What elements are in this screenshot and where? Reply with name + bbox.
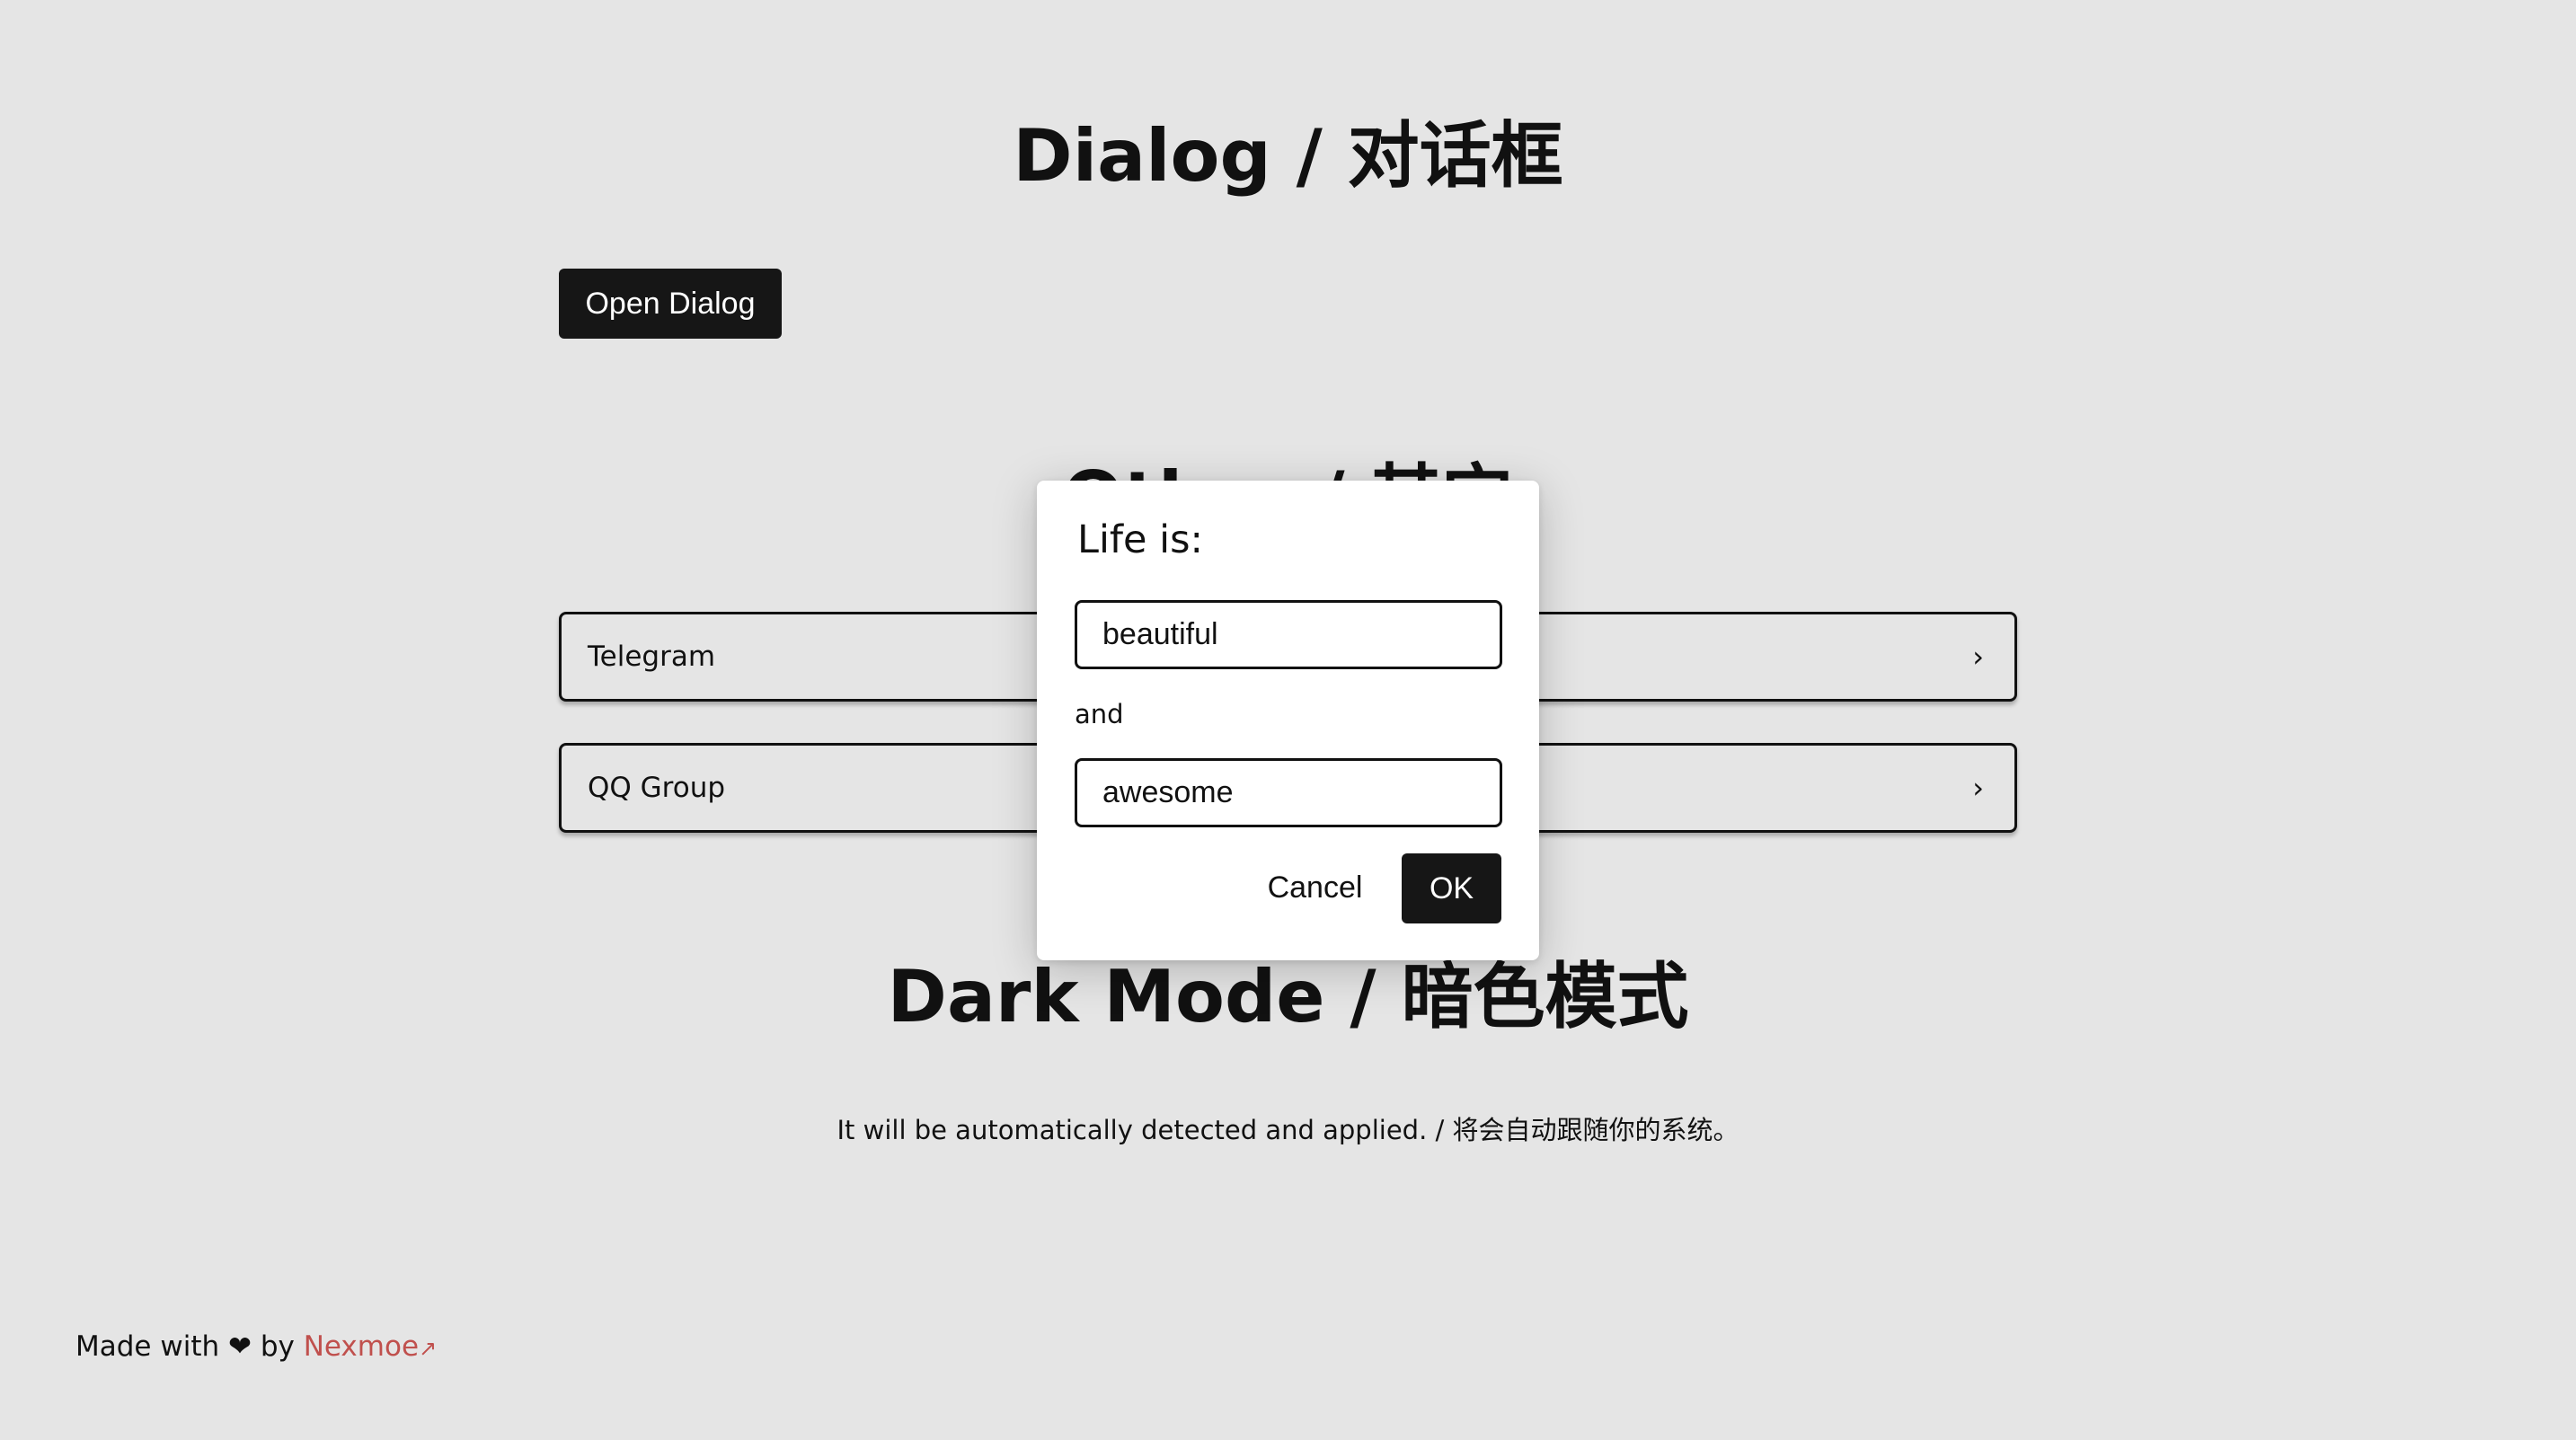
footer-by: by	[260, 1330, 295, 1363]
ok-button[interactable]: OK	[1402, 853, 1501, 923]
telegram-label: Telegram	[588, 640, 716, 673]
cancel-button[interactable]: Cancel	[1235, 853, 1394, 922]
heart-icon: ❤	[227, 1330, 252, 1363]
chevron-right-icon: ›	[1972, 640, 1984, 674]
dark-mode-description: It will be automatically detected and ap…	[837, 1115, 1739, 1145]
external-link-icon: ↗	[419, 1336, 438, 1361]
first-answer-input[interactable]	[1075, 600, 1502, 669]
open-dialog-button[interactable]: Open Dialog	[559, 269, 782, 339]
dialog-section-title: Dialog / 对话框	[1013, 114, 1563, 198]
dialog-title: Life is:	[1077, 517, 1204, 562]
dialog-modal: Life is: and Cancel OK	[1037, 481, 1539, 960]
qq-group-label: QQ Group	[588, 772, 726, 804]
second-answer-input[interactable]	[1075, 758, 1502, 827]
author-name: Nexmoe	[303, 1330, 420, 1363]
footer: Made with ❤ by Nexmoe↗	[75, 1327, 437, 1368]
footer-prefix: Made with	[75, 1330, 220, 1363]
chevron-right-icon: ›	[1972, 771, 1984, 805]
author-link[interactable]: Nexmoe↗	[304, 1330, 437, 1363]
connector-label: and	[1075, 699, 1124, 729]
page: Dialog / 对话框 Open Dialog Other / 其它 Tele…	[0, 0, 2576, 1440]
dark-mode-section-title: Dark Mode / 暗色模式	[887, 955, 1689, 1038]
